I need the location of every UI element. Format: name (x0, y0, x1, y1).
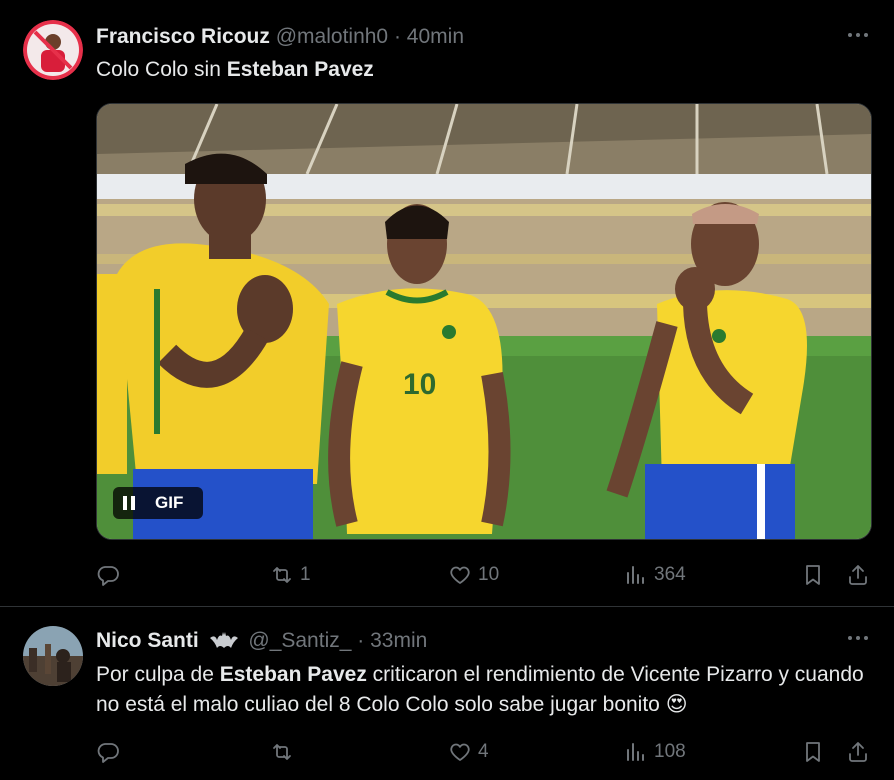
avatar[interactable] (23, 626, 83, 686)
timestamp[interactable]: 33min (370, 629, 427, 652)
tweet[interactable]: Nico Santi @_Santiz_ · 33min Por culpa d… (0, 607, 894, 780)
views-button[interactable]: 108 (624, 737, 686, 767)
gif-media[interactable]: 10 GIF (96, 103, 872, 540)
like-icon (450, 743, 470, 761)
views-count: 364 (654, 564, 686, 585)
author-handle[interactable]: @_Santiz_ (248, 629, 351, 652)
like-count: 4 (478, 741, 489, 762)
tweet[interactable]: Francisco Ricouz @malotinh0 · 40min Colo… (0, 0, 894, 607)
tweet-actions: 4 108 (96, 737, 872, 767)
tweet-text: Por culpa de Esteban Pavez criticaron el… (96, 660, 866, 720)
text-part: Por culpa de (96, 663, 220, 686)
like-button[interactable]: 4 (448, 737, 489, 767)
tweet-text: Colo Colo sin Esteban Pavez (96, 55, 374, 85)
share-button[interactable] (846, 560, 870, 590)
separator: · (357, 629, 365, 652)
reply-icon (97, 566, 119, 586)
bookmark-button[interactable] (801, 560, 825, 590)
share-button[interactable] (846, 737, 870, 767)
share-icon (849, 742, 867, 762)
reply-icon (97, 743, 119, 763)
tweet-header: Nico Santi @_Santiz_ · 33min (96, 628, 427, 657)
author-name[interactable]: Francisco Ricouz (96, 25, 270, 48)
bookmark-icon (806, 742, 820, 762)
like-button[interactable]: 10 (448, 560, 499, 590)
mention-bold: Esteban Pavez (226, 58, 374, 81)
gif-frame: 10 (97, 104, 871, 539)
views-icon (627, 566, 644, 584)
gif-label: GIF (155, 493, 184, 512)
separator: · (393, 25, 401, 48)
reply-button[interactable] (96, 737, 126, 767)
timestamp[interactable]: 40min (407, 25, 464, 48)
views-icon (627, 743, 644, 761)
author-handle[interactable]: @malotinh0 (276, 25, 388, 48)
tweet-actions: 1 10 364 (96, 560, 872, 590)
views-button[interactable]: 364 (624, 560, 686, 590)
repost-icon (273, 567, 291, 583)
bat-icon (209, 630, 239, 657)
repost-icon (273, 744, 291, 760)
avatar[interactable] (23, 20, 83, 80)
views-count: 108 (654, 741, 686, 762)
like-count: 10 (478, 564, 500, 585)
more-icon[interactable] (846, 26, 870, 44)
bookmark-button[interactable] (801, 737, 825, 767)
repost-button[interactable] (270, 737, 300, 767)
repost-count: 1 (300, 564, 311, 585)
mention-bold: Esteban Pavez (219, 663, 367, 686)
pause-icon[interactable] (113, 487, 145, 519)
more-icon[interactable] (846, 629, 870, 647)
heart-eyes-emoji: 😍 (665, 693, 688, 716)
share-icon (849, 565, 867, 585)
repost-button[interactable]: 1 (270, 560, 311, 590)
gif-controls[interactable]: GIF (113, 487, 203, 519)
text-part: Colo Colo sin (96, 58, 227, 81)
jersey-number: 10 (403, 368, 436, 401)
bookmark-icon (806, 565, 820, 585)
tweet-header: Francisco Ricouz @malotinh0 · 40min (96, 24, 464, 50)
author-name[interactable]: Nico Santi (96, 629, 199, 652)
like-icon (450, 566, 470, 584)
reply-button[interactable] (96, 560, 126, 590)
